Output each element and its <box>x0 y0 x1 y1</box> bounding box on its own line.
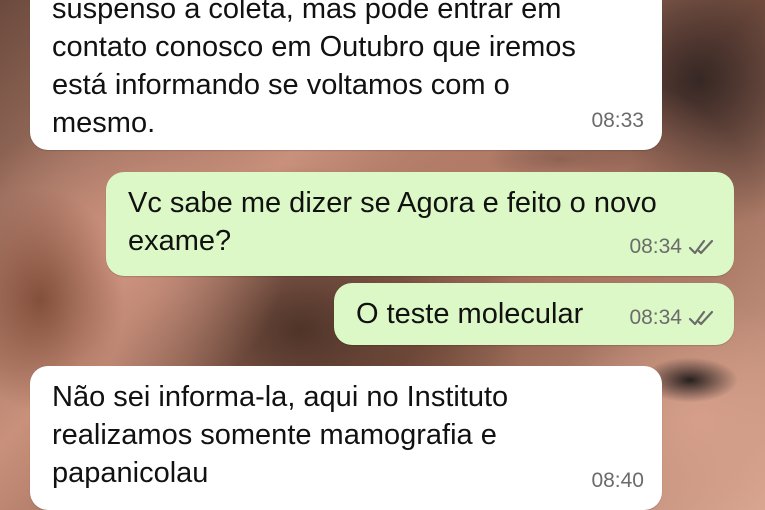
message-bubble-incoming[interactable]: suspenso a coleta, mas pode entrar em co… <box>30 0 662 150</box>
message-meta: 08:40 <box>591 462 644 500</box>
message-time: 08:34 <box>629 235 682 258</box>
message-text: Não sei informa-la, aqui no Instituto re… <box>52 381 509 489</box>
message-time: 08:34 <box>629 306 682 329</box>
message-time: 08:33 <box>591 109 644 132</box>
message-bubble-outgoing[interactable]: Vc sabe me dizer se Agora e feito o novo… <box>106 172 734 276</box>
message-text: suspenso a coleta, mas pode entrar em co… <box>52 0 576 139</box>
message-bubble-incoming[interactable]: Não sei informa-la, aqui no Instituto re… <box>30 366 662 510</box>
double-check-icon <box>688 239 714 255</box>
message-meta: 08:34 <box>629 228 716 266</box>
message-time: 08:40 <box>591 469 644 492</box>
message-text: Vc sabe me dizer se Agora e feito o novo… <box>128 187 657 257</box>
message-bubble-outgoing[interactable]: O teste molecular 08:34 <box>334 283 734 345</box>
message-meta: 08:33 <box>591 102 644 140</box>
message-meta: 08:34 <box>629 299 716 337</box>
double-check-icon <box>688 310 714 326</box>
